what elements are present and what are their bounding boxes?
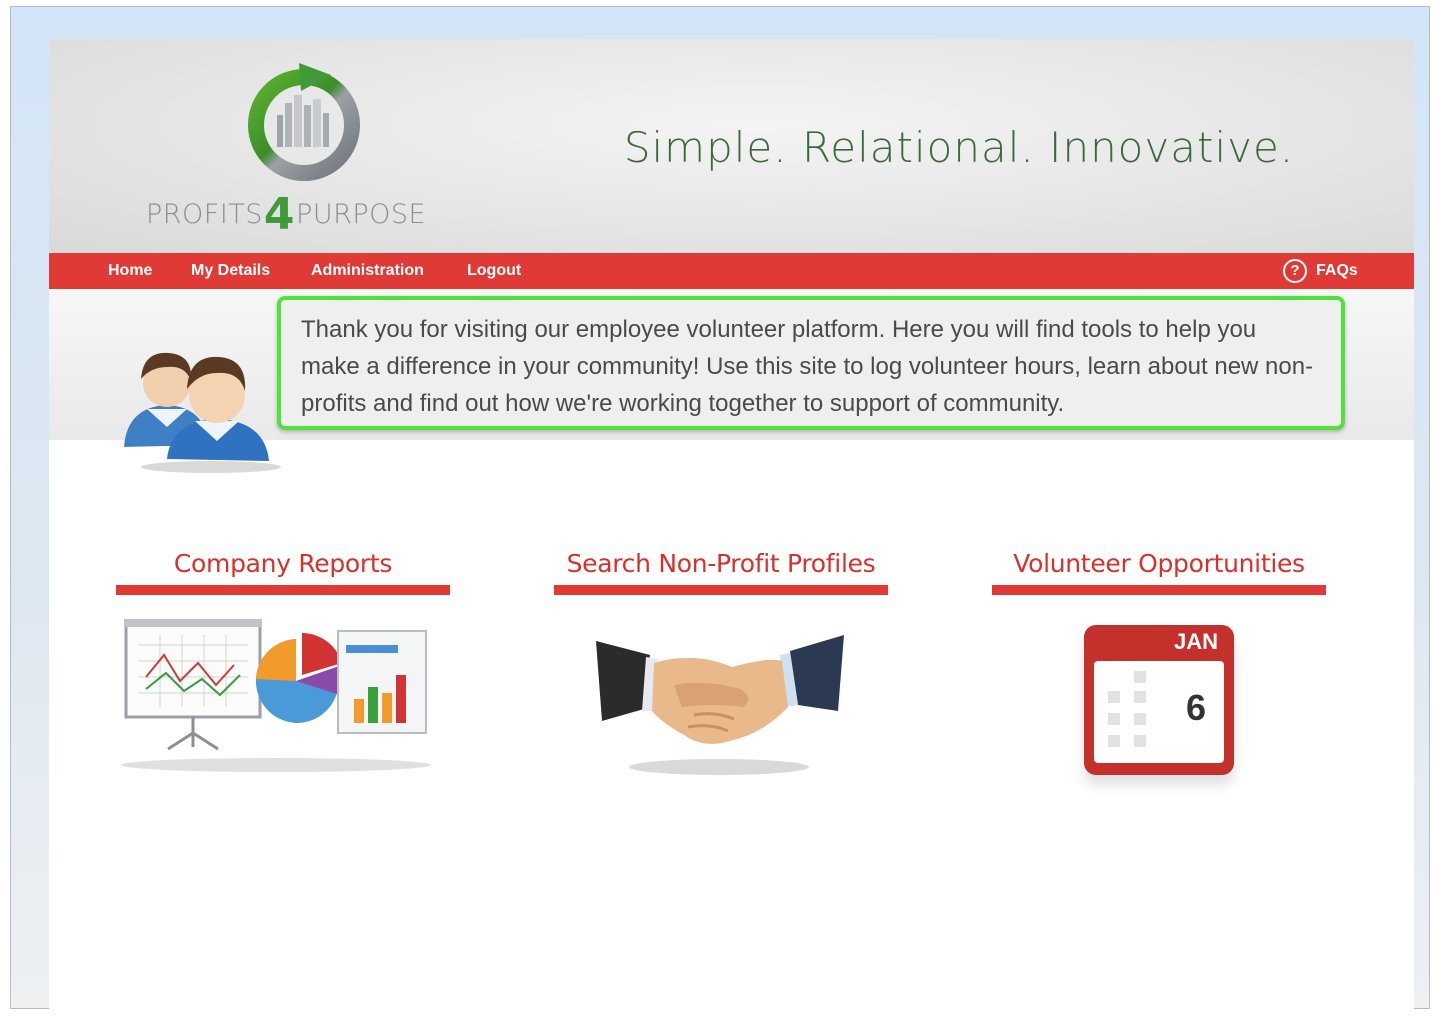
search-nonprofit-profiles-tile[interactable]: Search Non-Profit Profiles [554, 545, 888, 775]
nav-my-details[interactable]: My Details [191, 253, 270, 289]
calendar-day: 6 [1186, 687, 1207, 728]
calendar-page: 6 [1094, 661, 1224, 763]
brand-wordmark: PROFITS 4 PURPOSE [146, 189, 427, 240]
main-nav: Home My Details Administration Logout ? … [49, 253, 1414, 289]
faq-label: FAQs [1316, 262, 1358, 279]
handshake-icon [596, 635, 844, 775]
nav-administration[interactable]: Administration [311, 253, 424, 289]
volunteer-opportunities-tile[interactable]: Volunteer Opportunities JAN 6 [992, 545, 1326, 775]
calendar-month: JAN [1173, 629, 1218, 654]
site-header: PROFITS 4 PURPOSE Simple. Relational. Inno… [49, 39, 1414, 253]
nav-logout[interactable]: Logout [467, 253, 521, 289]
welcome-message: Thank you for visiting our employee volu… [301, 316, 1314, 417]
section-underline [554, 585, 888, 595]
brand-left: PROFITS [146, 198, 263, 230]
logo-icon [248, 63, 360, 181]
page: PROFITS 4 PURPOSE Simple. Relational. Inno… [49, 39, 1414, 1018]
section-title[interactable]: Company Reports [116, 545, 450, 583]
tagline: Simple. Relational. Innovative. [623, 123, 1295, 172]
brand-number: 4 [263, 188, 296, 240]
section-title[interactable]: Volunteer Opportunities [992, 545, 1326, 583]
section-underline [116, 585, 450, 595]
reports-chart-icon [121, 619, 431, 772]
company-reports-tile[interactable]: Company Reports [116, 545, 450, 772]
users-icon [124, 352, 281, 473]
faq-link[interactable]: ? FAQs [1283, 258, 1358, 284]
calendar-icon: JAN 6 [1084, 625, 1234, 785]
question-icon: ? [1283, 259, 1307, 283]
section-title[interactable]: Search Non-Profit Profiles [554, 545, 888, 583]
nav-home[interactable]: Home [108, 253, 152, 289]
browser-frame: PROFITS 4 PURPOSE Simple. Relational. Inno… [10, 6, 1430, 1018]
section-underline [992, 585, 1326, 595]
welcome-message-box: Thank you for visiting our employee volu… [277, 296, 1345, 430]
brand-right: PURPOSE [296, 198, 427, 230]
